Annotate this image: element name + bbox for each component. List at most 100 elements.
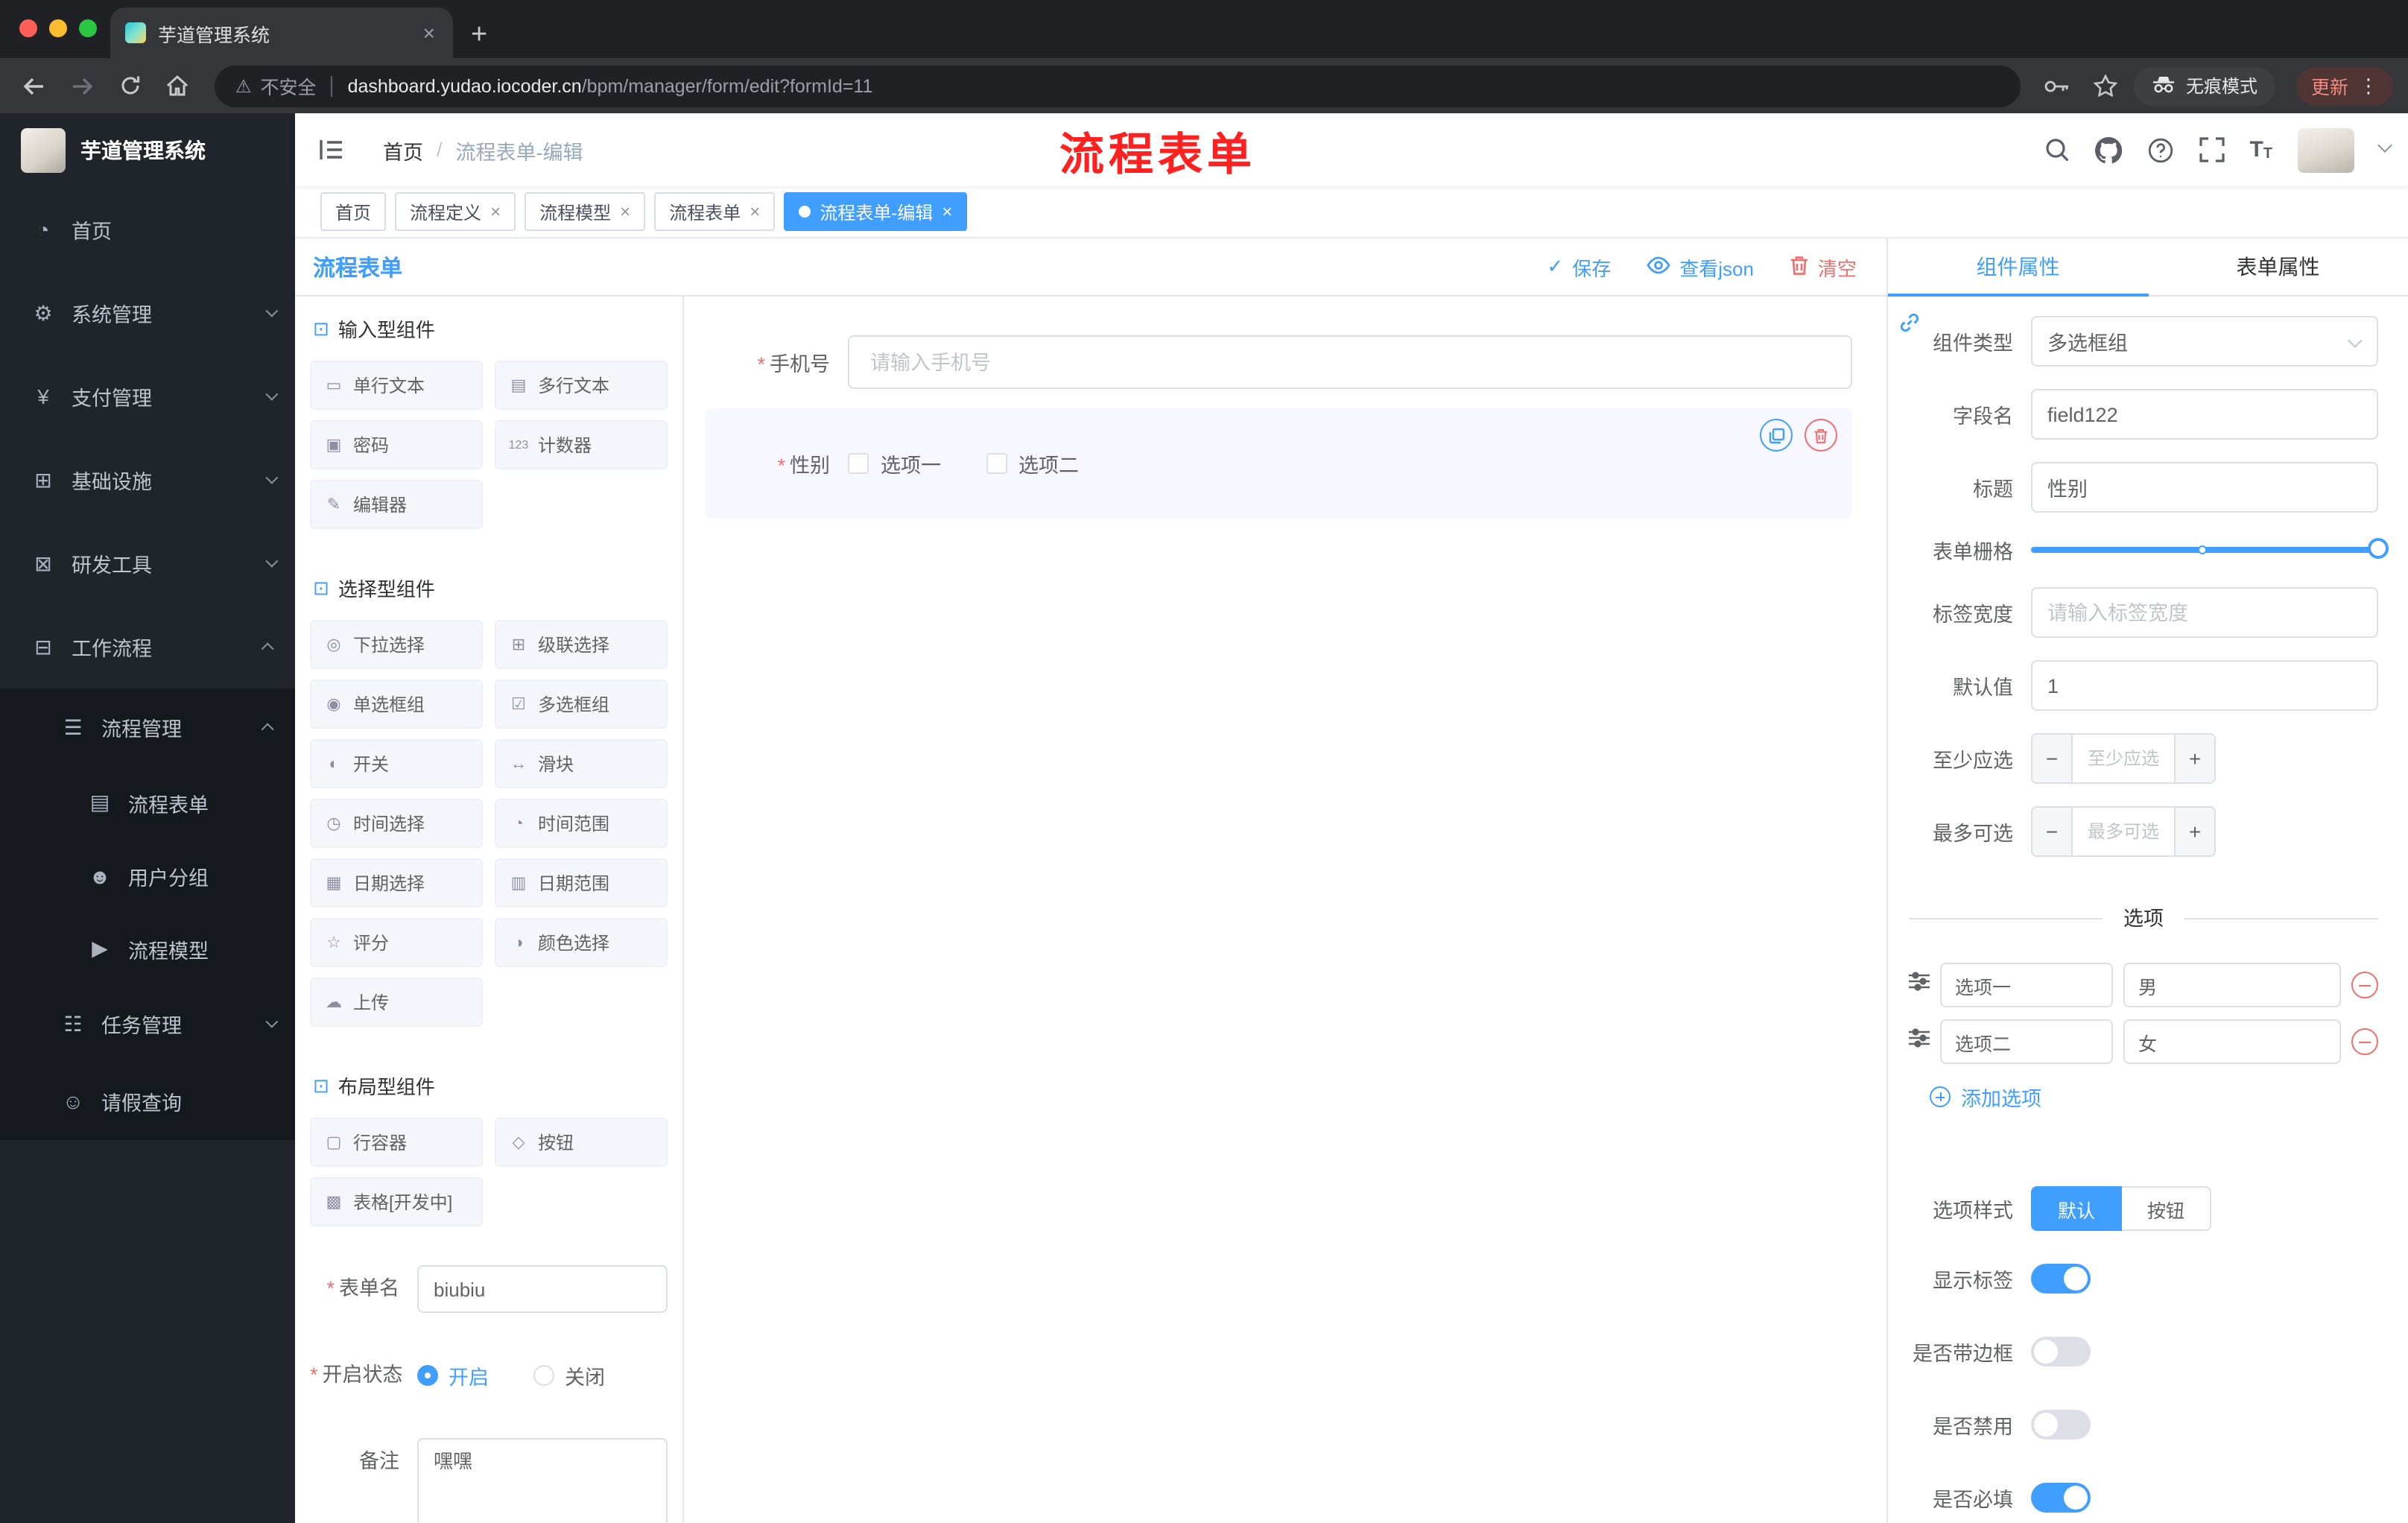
sidebar-item-system[interactable]: ⚙ 系统管理 <box>0 271 295 355</box>
delete-field-button[interactable] <box>1805 419 1837 452</box>
menu-kebab-icon[interactable]: ⋮ <box>2359 74 2378 98</box>
component-switch[interactable]: ◐ 开关 <box>310 739 483 788</box>
copy-field-button[interactable] <box>1760 419 1793 452</box>
back-icon[interactable] <box>15 66 54 105</box>
remove-option-icon[interactable] <box>2351 972 2378 998</box>
component-textarea[interactable]: ▤ 多行文本 <box>495 361 668 410</box>
label-width-input[interactable] <box>2031 587 2378 638</box>
component-date-picker[interactable]: ▦ 日期选择 <box>310 858 483 908</box>
sidebar-item-user-group[interactable]: ☻ 用户分组 <box>0 839 295 912</box>
required-switch[interactable] <box>2031 1483 2091 1513</box>
component-time-range[interactable]: ◔ 时间范围 <box>495 799 668 848</box>
component-type-select[interactable]: 多选框组 <box>2031 316 2378 367</box>
component-slider[interactable]: ↔ 滑块 <box>495 739 668 788</box>
increase-button[interactable]: + <box>2174 735 2214 782</box>
slider-handle[interactable] <box>2368 538 2389 559</box>
forward-icon[interactable] <box>63 66 101 105</box>
option2-label-input[interactable] <box>1940 1019 2113 1064</box>
phone-input[interactable] <box>848 335 1852 389</box>
clear-button[interactable]: 清空 <box>1790 253 1857 281</box>
font-size-icon[interactable]: TT <box>2249 137 2272 162</box>
avatar-caret-icon[interactable] <box>2377 138 2392 153</box>
sidebar-item-process-management[interactable]: ☰ 流程管理 <box>0 688 295 766</box>
component-upload[interactable]: ☁ 上传 <box>310 978 483 1027</box>
status-on-radio[interactable]: 开启 <box>417 1361 489 1390</box>
component-checkbox-group[interactable]: ☑ 多选框组 <box>495 680 668 729</box>
component-row-container[interactable]: ▢ 行容器 <box>310 1118 483 1167</box>
tag-process-form-edit[interactable]: 流程表单-编辑 × <box>784 192 968 231</box>
component-button[interactable]: ◇ 按钮 <box>495 1118 668 1167</box>
sidebar-item-process-model[interactable]: ▶ 流程模型 <box>0 912 295 985</box>
avatar[interactable] <box>2298 127 2354 172</box>
component-time-picker[interactable]: ◷ 时间选择 <box>310 799 483 848</box>
close-window-button[interactable] <box>19 19 37 37</box>
show-label-switch[interactable] <box>2031 1264 2091 1294</box>
tag-home[interactable]: 首页 <box>320 192 387 231</box>
component-color-picker[interactable]: ◑ 颜色选择 <box>495 918 668 967</box>
browser-update-button[interactable]: 更新 ⋮ <box>2295 66 2393 105</box>
option2-value-input[interactable] <box>2123 1019 2341 1064</box>
field-name-input[interactable] <box>2031 389 2378 440</box>
search-icon[interactable] <box>2044 137 2069 162</box>
component-radio-group[interactable]: ◉ 单选框组 <box>310 680 483 729</box>
sidebar-item-task-management[interactable]: ☷ 任务管理 <box>0 985 295 1063</box>
new-tab-button[interactable]: + <box>471 21 487 49</box>
drag-handle-icon[interactable] <box>1909 972 1930 998</box>
disabled-switch[interactable] <box>2031 1410 2091 1440</box>
grid-slider[interactable] <box>2031 538 2389 560</box>
option1-label-input[interactable] <box>1940 963 2113 1007</box>
breadcrumb-home[interactable]: 首页 <box>383 135 423 165</box>
status-off-radio[interactable]: 关闭 <box>533 1361 605 1390</box>
tag-close-icon[interactable]: × <box>620 203 630 221</box>
tab-form-props[interactable]: 表单属性 <box>2148 238 2408 295</box>
sidebar-item-devtools[interactable]: ⊠ 研发工具 <box>0 522 295 605</box>
component-date-range[interactable]: ▥ 日期范围 <box>495 858 668 908</box>
component-cascader[interactable]: ⊞ 级联选择 <box>495 620 668 669</box>
style-button-button[interactable]: 按钮 <box>2122 1186 2212 1231</box>
password-key-icon[interactable] <box>2038 66 2077 105</box>
tag-process-form[interactable]: 流程表单 × <box>654 192 776 231</box>
min-select-input[interactable] <box>2073 735 2174 782</box>
tag-close-icon[interactable]: × <box>750 203 760 221</box>
home-icon[interactable] <box>158 66 197 105</box>
sidebar-item-workflow[interactable]: ⊟ 工作流程 <box>0 605 295 688</box>
address-bar[interactable]: ⚠ 不安全 dashboard.yudao.iocoder.cn /bpm/ma… <box>215 65 2021 107</box>
phone-field-row[interactable]: * 手机号 <box>705 335 1852 389</box>
default-value-input[interactable] <box>2031 660 2378 711</box>
sidebar-item-leave-query[interactable]: ☺ 请假查询 <box>0 1063 295 1140</box>
fullscreen-icon[interactable] <box>2199 137 2225 162</box>
sidebar-collapse-icon[interactable] <box>319 139 344 161</box>
sidebar-item-home[interactable]: ◔ 首页 <box>0 188 295 271</box>
gender-option1-checkbox[interactable]: 选项一 <box>848 449 941 478</box>
minimize-window-button[interactable] <box>49 19 67 37</box>
tag-close-icon[interactable]: × <box>942 203 952 221</box>
tag-process-definition[interactable]: 流程定义 × <box>395 192 516 231</box>
component-table[interactable]: ▩ 表格[开发中] <box>310 1177 483 1226</box>
maximize-window-button[interactable] <box>79 19 97 37</box>
save-button[interactable]: ✓ 保存 <box>1547 253 1611 281</box>
sidebar-logo[interactable]: 芋道管理系统 <box>0 113 295 188</box>
github-icon[interactable] <box>2094 136 2122 163</box>
drag-handle-icon[interactable] <box>1909 1028 1930 1055</box>
bordered-switch[interactable] <box>2031 1337 2091 1367</box>
sidebar-item-infrastructure[interactable]: ⊞ 基础设施 <box>0 438 295 522</box>
max-select-input[interactable] <box>2073 808 2174 855</box>
tab-close-icon[interactable]: × <box>420 21 438 45</box>
increase-button[interactable]: + <box>2174 808 2214 855</box>
gender-field-row-selected[interactable]: * 性别 选项一 选项二 <box>705 408 1852 519</box>
decrease-button[interactable]: − <box>2032 735 2073 782</box>
style-default-button[interactable]: 默认 <box>2031 1186 2123 1231</box>
decrease-button[interactable]: − <box>2032 808 2073 855</box>
tag-process-model[interactable]: 流程模型 × <box>525 192 646 231</box>
component-single-line-text[interactable]: ▭ 单行文本 <box>310 361 483 410</box>
sidebar-item-process-form[interactable]: ▤ 流程表单 <box>0 766 295 839</box>
form-remark-textarea[interactable]: 嘿嘿 <box>417 1438 668 1523</box>
bookmark-star-icon[interactable] <box>2086 66 2125 105</box>
tab-component-props[interactable]: 组件属性 <box>1888 238 2148 295</box>
browser-tab[interactable]: 芋道管理系统 × <box>110 7 453 58</box>
view-json-button[interactable]: 查看json <box>1647 253 1754 281</box>
title-input[interactable] <box>2031 462 2378 513</box>
component-editor[interactable]: ✎ 编辑器 <box>310 480 483 529</box>
link-icon[interactable] <box>1898 311 1921 341</box>
component-counter[interactable]: 123 计数器 <box>495 420 668 469</box>
